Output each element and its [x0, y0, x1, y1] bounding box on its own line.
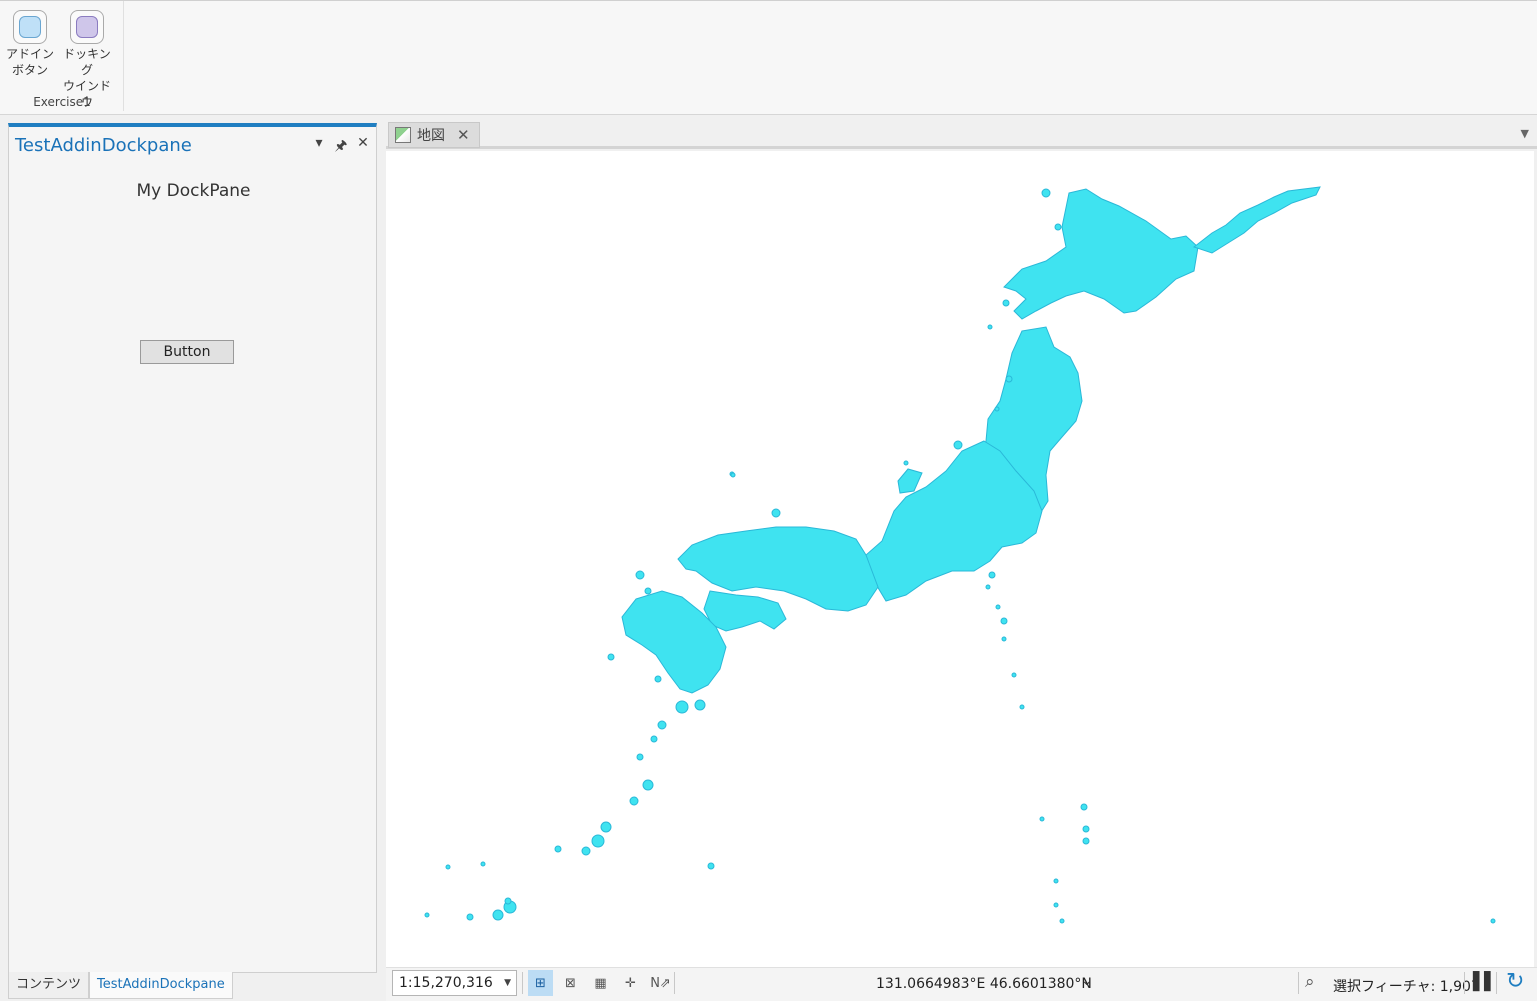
island-feature	[1490, 918, 1496, 924]
map-tabbar: 地図 ✕ ▼	[386, 121, 1537, 149]
grid-snap-icon[interactable]: ⊠	[558, 970, 583, 996]
island-feature	[629, 796, 639, 806]
island-feature	[581, 846, 591, 856]
island-feature	[1059, 918, 1065, 924]
scale-selector[interactable]: 1:15,270,316 ▼	[392, 970, 517, 996]
kuril-feature	[1192, 186, 1321, 254]
dockpane-bottom-tabs: コンテンツ TestAddinDockpane	[8, 972, 233, 999]
island-feature	[1054, 223, 1062, 231]
tab-testaddindockpane[interactable]: TestAddinDockpane	[89, 972, 233, 999]
island-feature	[1011, 672, 1017, 678]
snapping-icon[interactable]: ⊞	[528, 970, 553, 996]
island-feature	[644, 587, 652, 595]
map-tab-label: 地図	[417, 128, 445, 144]
dockpane-title: TestAddinDockpane	[15, 135, 192, 156]
island-feature	[730, 472, 736, 478]
grid-icon[interactable]: ▦	[588, 970, 613, 996]
island-feature	[1080, 803, 1088, 811]
refresh-icon[interactable]: ↻	[1506, 969, 1524, 994]
island-feature	[591, 834, 605, 848]
docking-window-icon	[70, 10, 104, 44]
ribbon-group-label: Exercise1	[33, 95, 91, 109]
island-feature	[635, 570, 645, 580]
island-feature	[445, 864, 451, 870]
close-tab-icon[interactable]: ✕	[457, 126, 470, 144]
island-feature	[642, 779, 654, 791]
statusbar-tools: ⊞ ⊠ ▦ ✛ N⇗	[528, 970, 673, 996]
tab-list-dropdown-icon[interactable]: ▼	[1521, 127, 1529, 140]
scale-value: 1:15,270,316	[399, 975, 493, 991]
island-feature	[1041, 188, 1051, 198]
island-feature	[694, 699, 706, 711]
island-feature	[607, 653, 615, 661]
island-feature	[1005, 375, 1013, 383]
island-feature	[994, 406, 1000, 412]
tab-contents[interactable]: コンテンツ	[8, 972, 90, 999]
dropdown-menu-icon[interactable]: ▾	[312, 135, 326, 159]
island-feature	[1053, 878, 1059, 884]
addin-button-icon	[13, 10, 47, 44]
island-feature	[1082, 837, 1090, 845]
island-feature	[995, 604, 1001, 610]
island-feature	[492, 909, 504, 921]
island-feature	[953, 440, 963, 450]
island-feature	[903, 460, 909, 466]
island-feature	[600, 821, 612, 833]
coordinates-readout: 131.0664983°E 46.6601380°N	[876, 976, 1092, 992]
dockpane: TestAddinDockpane ▾ 🖈 ✕ My DockPane Butt…	[8, 123, 377, 973]
japan-municipalities-layer	[424, 186, 1496, 924]
island-feature	[987, 324, 993, 330]
tab-map[interactable]: 地図 ✕	[388, 122, 480, 148]
island-feature	[657, 720, 667, 730]
island-feature	[1039, 816, 1045, 822]
island-feature	[707, 862, 715, 870]
close-icon[interactable]: ✕	[356, 135, 370, 159]
island-feature	[1002, 299, 1010, 307]
shikoku-feature	[703, 590, 787, 632]
ribbon: アドイン ボタン ドッキング ウインドウ Exercise1	[0, 0, 1537, 115]
dockpane-button[interactable]: Button	[140, 340, 234, 364]
island-feature	[466, 913, 474, 921]
selection-zoom-icon[interactable]: ⌕	[1305, 972, 1315, 992]
island-feature	[1001, 636, 1007, 642]
island-feature	[988, 571, 996, 579]
island-feature	[654, 675, 662, 683]
island-feature	[1019, 704, 1025, 710]
north-arrow-icon[interactable]: N⇗	[648, 970, 673, 996]
map-icon	[395, 127, 411, 143]
addin-button[interactable]: アドイン ボタン	[2, 7, 58, 89]
island-feature	[771, 508, 781, 518]
island-feature	[480, 861, 486, 867]
docking-window-button[interactable]: ドッキング ウインドウ	[59, 7, 115, 109]
dockpane-tools: ▾ 🖈 ✕	[312, 135, 370, 159]
chevron-down-icon[interactable]: ▼	[504, 971, 511, 995]
pin-icon[interactable]: 🖈	[334, 135, 348, 159]
island-feature	[1000, 617, 1008, 625]
hokkaido-feature	[1003, 188, 1199, 320]
island-feature	[675, 700, 689, 714]
island-feature	[424, 912, 430, 918]
dockpane-heading: My DockPane	[136, 181, 251, 201]
island-feature	[504, 897, 512, 905]
island-feature	[985, 584, 991, 590]
island-feature	[1053, 902, 1059, 908]
noto-feature	[897, 468, 923, 494]
island-feature	[1082, 825, 1090, 833]
statusbar: 1:15,270,316 ▼ ⊞ ⊠ ▦ ✛ N⇗ 131.0664983°E …	[386, 967, 1537, 1001]
pause-drawing-icon[interactable]: ▌▌	[1473, 972, 1497, 992]
constraints-icon[interactable]: ✛	[618, 970, 643, 996]
island-feature	[554, 845, 562, 853]
map-view[interactable]	[386, 151, 1534, 967]
island-feature	[650, 735, 658, 743]
selected-features-count: 選択フィーチャ: 1,907	[1333, 979, 1480, 995]
japan-map	[424, 186, 1496, 924]
ribbon-group-exercise1: アドイン ボタン ドッキング ウインドウ Exercise1	[0, 1, 124, 111]
island-feature	[636, 753, 644, 761]
coordinate-format-chevron-icon[interactable]: ⌄	[1081, 973, 1093, 989]
addin-button-label: アドイン ボタン	[5, 47, 54, 77]
